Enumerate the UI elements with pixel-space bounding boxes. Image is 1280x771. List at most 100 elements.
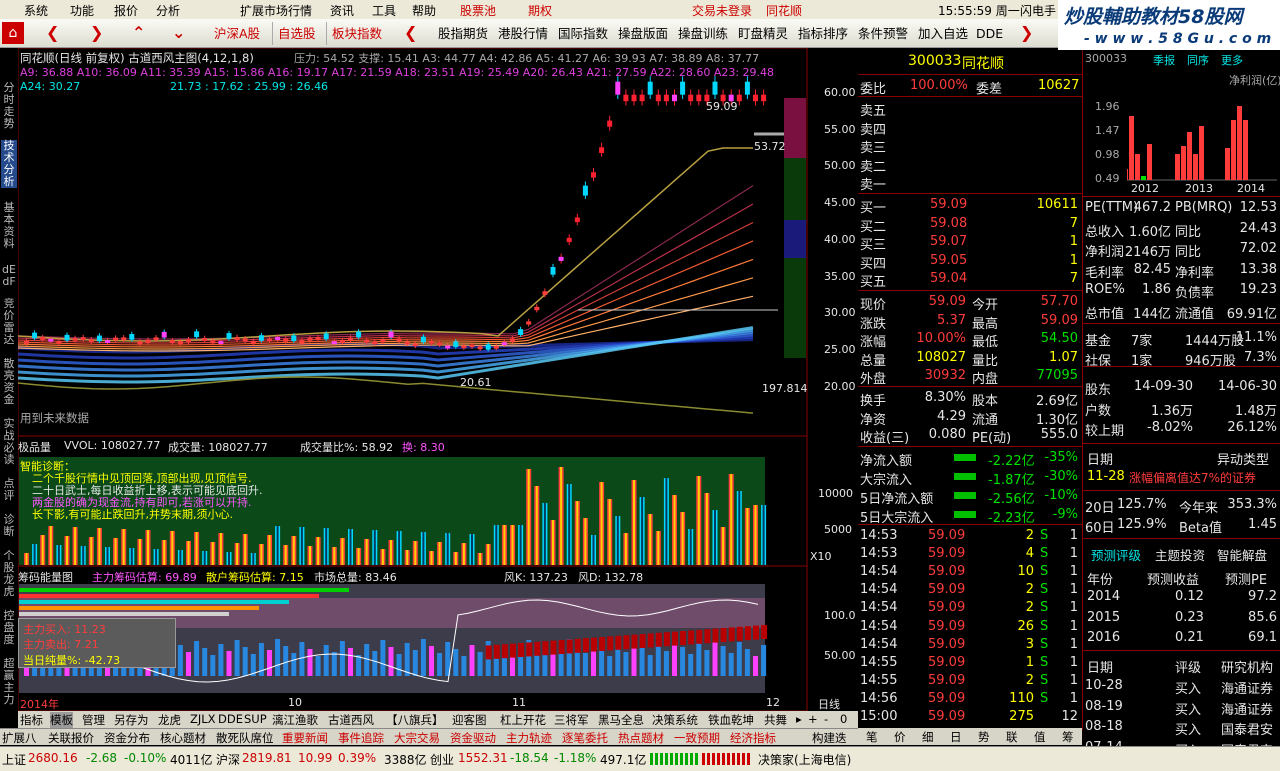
indicator-tab-3[interactable]: 另存为 (114, 712, 149, 728)
fin-tab-more[interactable]: 更多 (1221, 52, 1243, 68)
index-hs-label[interactable]: 沪深 (216, 751, 240, 768)
tick-tab-4[interactable]: 势 (978, 729, 990, 745)
indicator-tab-8[interactable]: 漓江渔歌 (272, 712, 318, 728)
period-daily[interactable]: 日线 (818, 696, 840, 711)
ext-tab-14[interactable]: 构建迭 (812, 730, 847, 746)
fin-tab-quarter[interactable]: 季报 (1153, 52, 1175, 68)
ext-tab-12[interactable]: 一致预期 (674, 730, 720, 746)
back-arrow-icon[interactable]: ❮ (46, 23, 59, 42)
tab-condition-alert[interactable]: 条件预警 (858, 23, 908, 44)
ext-tab-13[interactable]: 经济指标 (730, 730, 776, 746)
tab-forecast-rating[interactable]: 预测评级 (1091, 545, 1141, 564)
tick-tab-7[interactable]: 筹 (1062, 729, 1074, 745)
left-tab-intraday[interactable]: 分时走势 (1, 82, 17, 130)
trade-status[interactable]: 交易未登录 (692, 2, 752, 19)
menu-extended-market[interactable]: 扩展市场行情 (240, 2, 312, 19)
left-tab-control[interactable]: 控盘度 (1, 610, 17, 646)
left-tab-must-read[interactable]: 实战必读 (1, 418, 17, 466)
indicator-tab-5[interactable]: ZJLX (190, 712, 216, 726)
indicator-tab-14[interactable]: 黑马全息 (598, 712, 644, 728)
indicator-tab-4[interactable]: 龙虎 (158, 712, 181, 728)
left-tab-auction-radar[interactable]: 竞价雷达 (1, 298, 17, 346)
menu-analyze[interactable]: 分析 (156, 2, 180, 19)
ext-tab-6[interactable]: 事件追踪 (338, 730, 384, 746)
index-sh-label[interactable]: 上证 (2, 751, 26, 768)
indicator-tab-20[interactable]: - (824, 712, 828, 726)
ext-tab-1[interactable]: 关联报价 (48, 730, 94, 746)
kline-chart[interactable]: 同花顺(日线 前复权) 古道西风主图(4,12,1,8) 压力: 54.52 支… (18, 48, 858, 711)
tab-hk-market[interactable]: 港股行情 (498, 23, 548, 44)
tab-watchlist[interactable]: 自选股 (278, 23, 316, 44)
indicator-tab-15[interactable]: 决策系统 (652, 712, 698, 728)
ext-tab-8[interactable]: 资金驱动 (450, 730, 496, 746)
tab-shenzhen-a[interactable]: 沪深A股 (214, 23, 260, 44)
ext-tab-5[interactable]: 重要新闻 (282, 730, 328, 746)
ext-tab-0[interactable]: 扩展八 (2, 730, 37, 746)
menu-help[interactable]: 帮助 (412, 2, 436, 19)
stock-pool-button[interactable]: 股票池 (460, 2, 496, 19)
menu-function[interactable]: 功能 (70, 2, 94, 19)
left-tab-fundamentals[interactable]: 基本资料 (1, 202, 17, 250)
tick-tab-3[interactable]: 日 (950, 729, 962, 745)
indicator-tab-2[interactable]: 管理 (82, 712, 105, 728)
left-tab-comment[interactable]: 点评 (1, 478, 17, 502)
menu-degree[interactable]: 报价 (114, 2, 138, 19)
tab-watch-sprite[interactable]: 盯盘精灵 (738, 23, 788, 44)
tick-tab-2[interactable]: 细 (922, 729, 934, 745)
menu-news[interactable]: 资讯 (330, 2, 354, 19)
tick-tab-1[interactable]: 价 (894, 729, 906, 745)
tab-global-index[interactable]: 国际指数 (558, 23, 608, 44)
indicator-tab-7[interactable]: SUP (244, 712, 267, 726)
forward-arrow-icon[interactable]: ❯ (90, 23, 103, 42)
indicator-tab-10[interactable]: 【八旗兵】 (386, 712, 444, 728)
ext-tab-9[interactable]: 主力轨迹 (506, 730, 552, 746)
tab-add-watchlist[interactable]: 加入自选 (918, 23, 968, 44)
ext-tab-4[interactable]: 散死队席位 (216, 730, 274, 746)
indicator-tab-11[interactable]: 迎客图 (452, 712, 487, 728)
indicator-tab-21[interactable]: 0 (840, 712, 847, 726)
tab-dde[interactable]: DDE (976, 23, 1003, 44)
ext-tab-11[interactable]: 热点题材 (618, 730, 664, 746)
tab-sector-index[interactable]: 板块指数 (332, 23, 382, 44)
indicator-tab-6[interactable]: DDE (218, 712, 243, 726)
tab-theme-investing[interactable]: 主题投资 (1155, 545, 1205, 564)
indicator-tab-19[interactable]: + (808, 712, 818, 726)
tick-tab-6[interactable]: 值 (1034, 729, 1046, 745)
tab-trading-layout[interactable]: 操盘版面 (618, 23, 668, 44)
tab-smart-analysis[interactable]: 智能解盘 (1217, 545, 1267, 564)
menu-tools[interactable]: 工具 (372, 2, 396, 19)
indicator-tab-0[interactable]: 指标 (20, 712, 43, 728)
indicator-tab-12[interactable]: 杠上开花 (500, 712, 546, 728)
up-arrow-icon[interactable]: ⌃ (132, 23, 145, 42)
indicator-tab-16[interactable]: 铁血乾坤 (708, 712, 754, 728)
ext-tab-7[interactable]: 大宗交易 (394, 730, 440, 746)
tab-index-futures[interactable]: 股指期货 (438, 23, 488, 44)
tick-tab-5[interactable]: 联 (1006, 729, 1018, 745)
tab-trading-training[interactable]: 操盘训练 (678, 23, 728, 44)
left-tab-dragon-tiger[interactable]: 个股龙虎 (1, 550, 17, 598)
tab-indicator-sort[interactable]: 指标排序 (798, 23, 848, 44)
ext-tab-2[interactable]: 资金分布 (104, 730, 150, 746)
left-tab-main-force[interactable]: 超赢主力 (1, 658, 17, 706)
futures-button[interactable]: 期权 (528, 2, 552, 19)
indicator-tab-13[interactable]: 三将军 (554, 712, 589, 728)
ext-tab-10[interactable]: 逐笔委托 (562, 730, 608, 746)
fin-tab-sequence[interactable]: 同序 (1187, 52, 1209, 68)
flash-trade-button[interactable]: 闪电手 (1020, 2, 1056, 19)
down-arrow-icon[interactable]: ⌄ (172, 23, 185, 42)
ext-tab-3[interactable]: 核心题材 (160, 730, 206, 746)
menu-system[interactable]: 系统 (24, 2, 48, 19)
indicator-tab-1[interactable]: 模板 (50, 712, 73, 728)
broker-server[interactable]: 决策家(上海电信) (758, 751, 851, 768)
left-tab-technical[interactable]: 技术分析 (1, 140, 17, 188)
left-tab-fund[interactable]: 散亮资金 (1, 358, 17, 406)
tick-tab-0[interactable]: 笔 (866, 729, 878, 745)
left-tab-de-df[interactable]: dE dF (1, 264, 17, 288)
home-icon[interactable]: ⌂ (2, 22, 24, 44)
indicator-tab-9[interactable]: 古道西风 (328, 712, 374, 728)
left-tab-diagnose[interactable]: 诊断 (1, 514, 17, 538)
scroll-left-icon[interactable]: ❮ (404, 23, 417, 42)
indicator-tab-17[interactable]: 共舞 (764, 712, 787, 728)
indicator-tab-18[interactable]: ▸ (796, 712, 802, 726)
index-cy-label[interactable]: 创业 (430, 751, 454, 768)
